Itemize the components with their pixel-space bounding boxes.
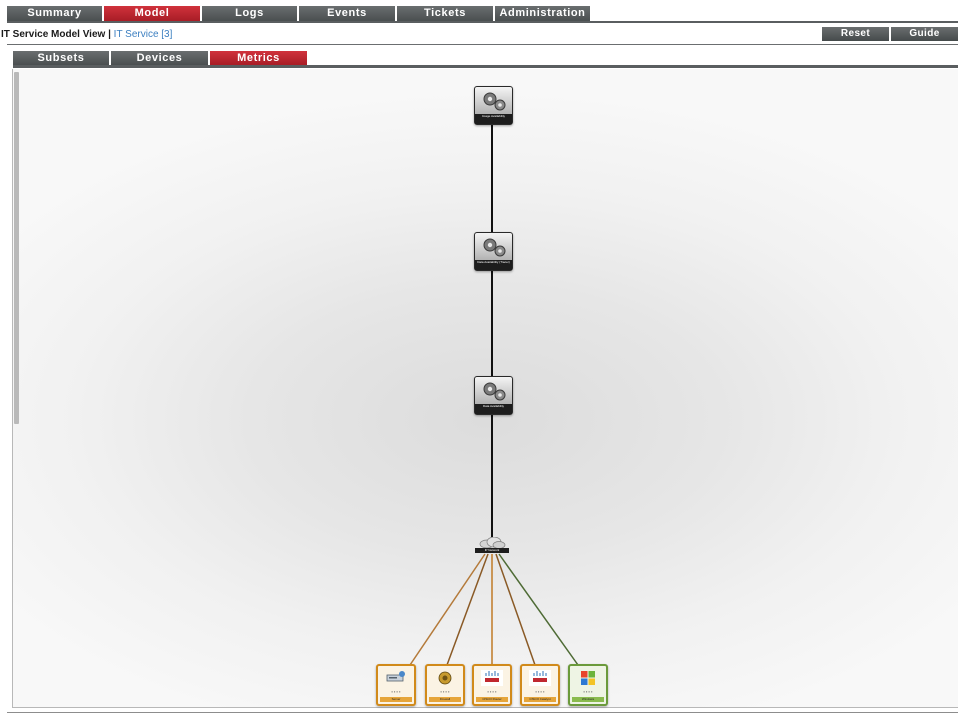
network-label: IP Network [475, 548, 509, 553]
cisco-router-icon [481, 670, 503, 686]
windows-icon [581, 671, 595, 685]
ip-network-node[interactable]: IP Network [475, 537, 509, 555]
service-node-data-availability-tracer[interactable]: Data Availability (Tracer) [474, 232, 513, 271]
service-node-image-availability[interactable]: Image Availability [474, 86, 513, 125]
gears-icon [483, 238, 506, 257]
device-label: CISCO Router [476, 697, 508, 702]
device-label: Firewall [429, 697, 461, 702]
gears-icon [483, 382, 506, 401]
device-status-icons: ▪ ▪ ▪ ▪ [391, 689, 401, 694]
device-node-cisco-router[interactable]: ▪ ▪ ▪ ▪ CISCO Router [472, 664, 512, 706]
link-server [409, 553, 486, 666]
device-status-icons: ▪ ▪ ▪ ▪ [535, 689, 545, 694]
service-label: Image Availability [475, 114, 512, 124]
device-label: CISCO Catalyst [524, 697, 556, 702]
device-status-icons: ▪ ▪ ▪ ▪ [487, 689, 497, 694]
service-node-data-availability[interactable]: Data Availability [474, 376, 513, 415]
service-label: Data Availability [475, 404, 512, 414]
device-node-server[interactable]: ▪ ▪ ▪ ▪ Server [376, 664, 416, 706]
cisco-catalyst-icon [529, 670, 551, 686]
firewall-icon [438, 671, 452, 685]
link-catalyst [495, 553, 536, 666]
device-node-firewall[interactable]: ▪ ▪ ▪ ▪ Firewall [425, 664, 465, 706]
link-firewall [446, 553, 489, 666]
device-label: Windows [572, 697, 604, 702]
device-status-icons: ▪ ▪ ▪ ▪ [583, 689, 593, 694]
device-label: Server [380, 697, 412, 702]
service-label: Data Availability (Tracer) [475, 260, 512, 270]
gears-icon [483, 92, 506, 111]
link-windows [498, 553, 579, 666]
device-status-icons: ▪ ▪ ▪ ▪ [440, 689, 450, 694]
server-icon [386, 671, 405, 682]
device-node-windows[interactable]: ▪ ▪ ▪ ▪ Windows [568, 664, 608, 706]
bottom-divider [7, 712, 958, 713]
device-node-cisco-catalyst[interactable]: ▪ ▪ ▪ ▪ CISCO Catalyst [520, 664, 560, 706]
